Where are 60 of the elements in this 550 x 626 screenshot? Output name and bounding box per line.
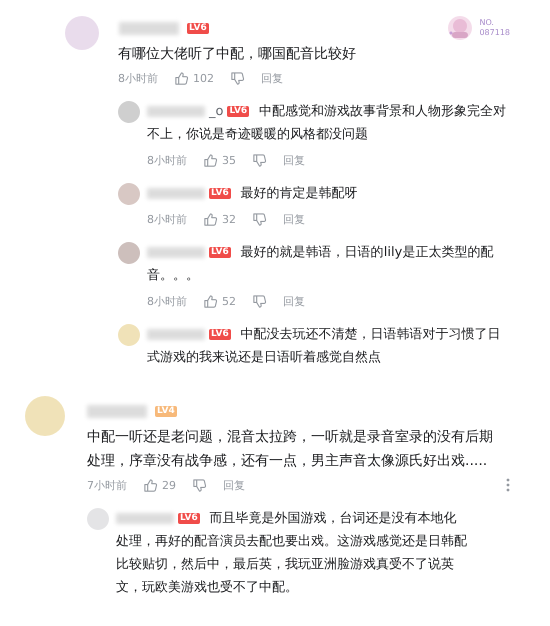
blurred-username <box>147 106 205 117</box>
comment-text: 中配一听还是老问题，混音太拉跨，一听就是录音室录的没有后期 <box>87 428 494 447</box>
thumbs-up-icon[interactable] <box>203 294 218 308</box>
like-count: 35 <box>222 154 236 166</box>
comment-text: 处理，序章没有战争感，还有一点，男主声音太像源氏好出戏..... <box>87 452 488 471</box>
comment-text: 有哪位大佬听了中配，哪国配音比较好 <box>118 45 357 64</box>
reply-text: 中配没去玩还不清楚，日语韩语对于习惯了日 <box>240 326 501 344</box>
avatar[interactable] <box>118 182 140 204</box>
reply-link[interactable]: 回复 <box>283 212 305 226</box>
thumbs-up-icon[interactable] <box>203 212 218 226</box>
comment-time: 8小时前 <box>118 70 158 86</box>
reply-text: 音。。。 <box>147 267 200 285</box>
level-badge: LV6 <box>209 188 231 199</box>
more-icon[interactable] <box>506 477 510 493</box>
reply-text: 文，玩欧美游戏也受不了中配。 <box>116 579 299 597</box>
level-badge: LV6 <box>178 513 200 524</box>
reply-text: 不上，你说是奇迹暖暖的风格都没问题 <box>147 126 369 144</box>
thumbs-up-icon[interactable] <box>174 70 189 86</box>
level-badge: LV6 <box>209 247 231 258</box>
level-badge: LV6 <box>187 22 209 34</box>
blurred-username <box>87 404 147 418</box>
reply-text: 中配感觉和游戏故事背景和人物形象完全对 <box>259 103 506 121</box>
comment-time: 7小时前 <box>87 478 127 492</box>
reply-time: 8小时前 <box>147 152 187 168</box>
blurred-username <box>116 513 174 524</box>
level-badge: LV6 <box>209 329 231 340</box>
blurred-username <box>147 188 205 199</box>
fan-badge-number: 087118 <box>479 28 510 38</box>
reply-text: 而且毕竟是外国游戏，台词还是没有本地化 <box>210 510 457 528</box>
level-badge: LV6 <box>227 106 250 117</box>
thumbs-down-icon[interactable] <box>230 70 245 86</box>
fan-badge-label: NO. <box>479 18 495 28</box>
like-count: 32 <box>222 212 236 226</box>
avatar[interactable] <box>118 242 140 264</box>
blurred-username <box>119 22 179 34</box>
level-badge: LV4 <box>155 406 177 416</box>
like-count: 52 <box>222 294 236 308</box>
thumbs-up-icon[interactable] <box>203 152 218 168</box>
reply-link[interactable]: 回复 <box>283 152 305 168</box>
reply-text: 比较贴切，然后中，最后英，我玩亚洲脸游戏真受不了说英 <box>116 556 455 574</box>
reply-time: 8小时前 <box>147 212 187 226</box>
like-count: 29 <box>162 478 176 492</box>
thumbs-down-icon[interactable] <box>252 152 267 168</box>
reply-text: 最好的就是韩语，日语的lily是正太类型的配 <box>240 244 494 262</box>
reply-text: 式游戏的我来说还是日语听着感觉自然点 <box>147 349 382 367</box>
blurred-username <box>147 329 205 340</box>
reply-text: 最好的肯定是韩配呀 <box>240 185 358 203</box>
avatar[interactable] <box>118 100 140 122</box>
reply-link[interactable]: 回复 <box>261 70 283 86</box>
reply-text: 处理，再好的配音演员去配也要出戏。这游戏感觉还是日韩配 <box>116 533 468 551</box>
thumbs-up-icon[interactable] <box>143 478 158 492</box>
reply-link[interactable]: 回复 <box>283 294 305 308</box>
thumbs-down-icon[interactable] <box>252 212 267 226</box>
thumbs-down-icon[interactable] <box>192 478 207 492</box>
like-count: 102 <box>193 72 214 84</box>
blurred-username <box>147 247 205 258</box>
reply-time: 8小时前 <box>147 294 187 308</box>
thumbs-down-icon[interactable] <box>252 294 267 308</box>
username[interactable]: _o <box>209 100 224 123</box>
reply-link[interactable]: 回复 <box>223 478 245 492</box>
